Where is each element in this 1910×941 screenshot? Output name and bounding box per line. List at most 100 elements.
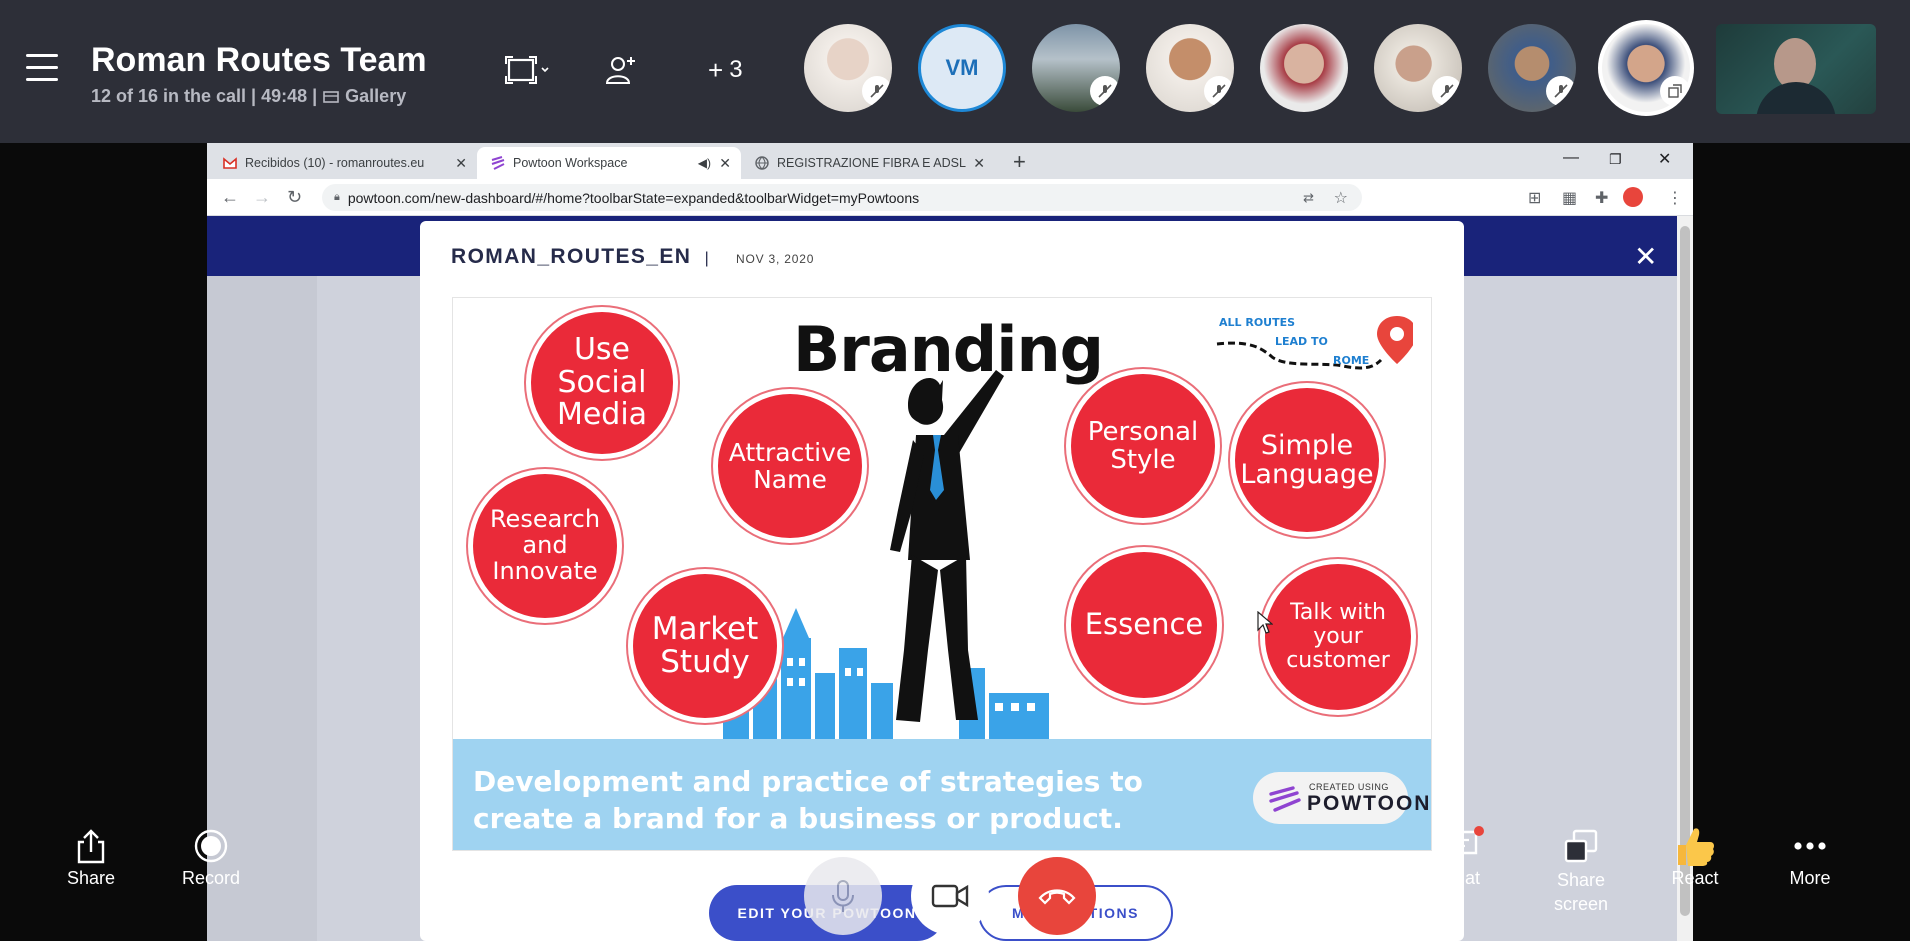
microphone-icon: [832, 880, 854, 912]
add-participant-button[interactable]: [604, 50, 638, 90]
browser-tab-active[interactable]: Powtoon Workspace ◀) ✕: [477, 147, 741, 179]
close-tab-icon[interactable]: ✕: [973, 155, 985, 172]
browser-tab[interactable]: Recibidos (10) - romanroutes.eu ✕: [209, 147, 477, 179]
close-tab-icon[interactable]: ✕: [719, 155, 731, 172]
back-icon[interactable]: ←: [221, 187, 239, 208]
chat-button[interactable]: Chat: [1406, 824, 1516, 889]
close-tab-icon[interactable]: ✕: [455, 155, 467, 172]
bubble-simple-language: Simple Language: [1235, 388, 1379, 532]
browser-tab[interactable]: REGISTRAZIONE FIBRA E ADSL ✕: [741, 147, 995, 179]
stick-figure-graphic: [890, 370, 1004, 722]
bubble-talk-with-your-customer: Talk with your customer: [1265, 564, 1411, 710]
bookmark-star-icon[interactable]: ☆: [1334, 188, 1348, 208]
tab-label: Recibidos (10) - romanroutes.eu: [245, 156, 425, 170]
lock-icon: 🔒︎: [334, 191, 340, 203]
modal-close-icon[interactable]: ✕: [1634, 240, 1657, 273]
record-button[interactable]: Record: [156, 824, 266, 889]
extensions-puzzle-icon[interactable]: ✚: [1595, 188, 1608, 208]
globe-icon: [755, 156, 769, 170]
muted-mic-icon: [862, 76, 892, 106]
chat-icon: [1444, 830, 1478, 863]
minimize-icon[interactable]: —: [1563, 149, 1579, 167]
muted-mic-icon: [1090, 76, 1120, 106]
participant-avatar[interactable]: [1488, 24, 1576, 112]
muted-mic-icon: [1204, 76, 1234, 106]
call-status-text: 12 of 16 in the call | 49:48 |: [91, 86, 318, 106]
title-separator: |: [704, 250, 711, 267]
record-icon: [194, 829, 228, 863]
tab-label: Powtoon Workspace: [513, 156, 628, 170]
more-participants-button[interactable]: + 3: [708, 50, 743, 90]
plus-icon: +: [708, 54, 724, 85]
logo-line-3: ROME: [1333, 354, 1370, 367]
bubble-essence: Essence: [1071, 552, 1217, 698]
gallery-icon: [323, 90, 339, 103]
more-dots-icon: [1794, 842, 1826, 850]
unread-badge: [1474, 826, 1484, 836]
address-bar: ← → ↻ 🔒︎ powtoon.com/new-dashboard/#/hom…: [207, 179, 1693, 216]
bubble-market-study: Market Study: [633, 574, 777, 718]
share-screen-icon: [1564, 829, 1598, 863]
profile-icon[interactable]: [1623, 187, 1643, 207]
translate-icon[interactable]: ⇄: [1303, 190, 1314, 206]
slide-preview[interactable]: Branding Use Social Media Attractive Nam…: [452, 297, 1432, 851]
browser-menu-icon[interactable]: ⋮: [1667, 188, 1683, 208]
react-label: React: [1671, 868, 1719, 888]
project-date: NOV 3, 2020: [736, 252, 815, 266]
muted-mic-icon: [1546, 76, 1576, 106]
modal-title: ROMAN_ROUTES_EN |: [451, 245, 710, 269]
logo-line-2: LEAD TO: [1275, 335, 1328, 348]
view-mode-label[interactable]: Gallery: [345, 86, 406, 107]
badge-created-using: CREATED USING: [1309, 782, 1389, 792]
end-call-button[interactable]: [1018, 857, 1096, 935]
tab-label: REGISTRAZIONE FIBRA E ADSL: [777, 156, 966, 170]
forward-icon[interactable]: →: [253, 187, 271, 208]
extension-grid-icon[interactable]: ⊞: [1528, 188, 1541, 208]
window-close-icon[interactable]: ✕: [1658, 149, 1671, 169]
hang-up-icon: [1038, 889, 1076, 905]
participant-avatar[interactable]: [1260, 24, 1348, 112]
share-button[interactable]: Share: [36, 824, 146, 889]
react-button[interactable]: React: [1640, 824, 1750, 889]
audio-playing-icon[interactable]: ◀): [698, 156, 711, 170]
bubble-use-social-media: Use Social Media: [531, 312, 673, 454]
url-field[interactable]: 🔒︎ powtoon.com/new-dashboard/#/home?tool…: [322, 184, 1362, 211]
avatar-initials: VM: [945, 55, 979, 80]
participant-avatar[interactable]: [1032, 24, 1120, 112]
chat-label: Chat: [1441, 868, 1481, 888]
share-screen-button[interactable]: Share screen: [1526, 824, 1636, 916]
menu-icon[interactable]: [26, 54, 58, 82]
extension-table-icon[interactable]: ▦: [1562, 188, 1577, 208]
participant-avatar-initials[interactable]: VM: [918, 24, 1006, 112]
banner-line-1: Development and practice of strategies t…: [473, 765, 1143, 798]
active-speaker-avatar[interactable]: [1598, 20, 1694, 116]
bubble-attractive-name: Attractive Name: [718, 394, 862, 538]
project-name: ROMAN_ROUTES_EN: [451, 245, 692, 268]
view-layout-button[interactable]: [505, 50, 551, 90]
participant-avatar[interactable]: [1146, 24, 1234, 112]
add-person-icon: [605, 57, 635, 84]
call-title: Roman Routes Team: [91, 41, 427, 79]
self-video-tile[interactable]: [1716, 24, 1876, 114]
record-label: Record: [181, 868, 241, 888]
gmail-icon: [223, 156, 237, 170]
new-tab-icon[interactable]: +: [1013, 149, 1026, 175]
video-camera-icon: [931, 884, 969, 908]
restore-icon[interactable]: ❐: [1609, 151, 1622, 168]
microphone-button[interactable]: [804, 857, 882, 935]
more-button[interactable]: More: [1755, 824, 1865, 889]
bubble-personal-style: Personal Style: [1071, 374, 1215, 518]
powtoon-icon: [491, 156, 505, 170]
participant-avatar[interactable]: [804, 24, 892, 112]
participant-avatar[interactable]: [1374, 24, 1462, 112]
share-screen-label: Share screen: [1553, 870, 1609, 914]
reload-icon[interactable]: ↻: [287, 187, 302, 208]
muted-mic-icon: [1432, 76, 1462, 106]
self-video-body: [1756, 82, 1836, 114]
call-status: 12 of 16 in the call | 49:48 | Gallery: [91, 86, 406, 107]
logo-line-1: ALL ROUTES: [1219, 316, 1296, 329]
camera-button[interactable]: [911, 857, 989, 935]
mouse-cursor-icon: [1257, 611, 1273, 634]
call-controls-bar: Share Record Chat Share screen React Mor…: [0, 802, 1910, 941]
call-header: Roman Routes Team 12 of 16 in the call |…: [0, 0, 1910, 143]
